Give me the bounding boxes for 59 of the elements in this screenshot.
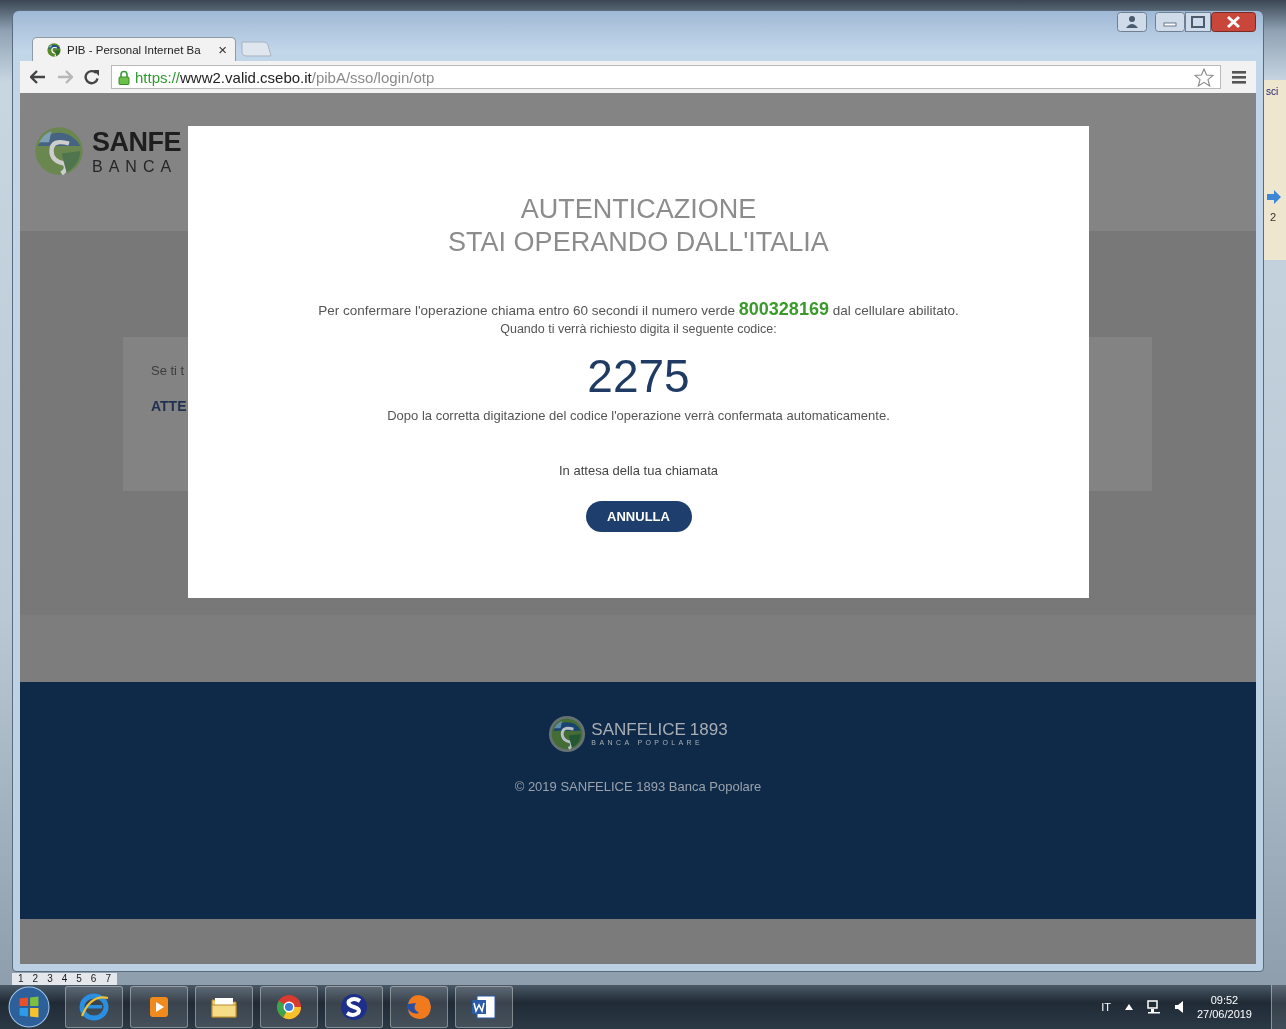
- maximize-icon[interactable]: [1185, 12, 1211, 32]
- start-button[interactable]: [8, 986, 50, 1028]
- dialog-title: AUTENTICAZIONE: [520, 193, 757, 226]
- logo-icon: [47, 42, 61, 57]
- page-number[interactable]: 6: [90, 973, 97, 985]
- word-icon: [469, 992, 499, 1022]
- instruction-text: Quando ti verrà richiesto digita il seguente codice:: [500, 322, 777, 336]
- background-window-text: sci: [1266, 86, 1279, 97]
- status-text: In attesa della tua chiamata: [559, 463, 718, 478]
- star-icon[interactable]: [1194, 67, 1214, 87]
- user-icon[interactable]: [1117, 12, 1147, 32]
- taskbar-button[interactable]: [260, 986, 318, 1028]
- background-window-text: 2: [1270, 211, 1277, 223]
- brand-name: SANFELICE: [591, 721, 686, 740]
- show-desktop-button[interactable]: [1271, 985, 1286, 1029]
- close-icon[interactable]: [1211, 12, 1256, 32]
- note-text: Dopo la corretta digitazione del codice l'operazione verrà confermata automaticamente.: [387, 408, 890, 423]
- taskbar-button[interactable]: [325, 986, 383, 1028]
- address-bar[interactable]: https://www2.valid.csebo.it/pibA/sso/login/otp: [111, 65, 1221, 89]
- minimize-icon[interactable]: [1155, 12, 1185, 32]
- logo-icon: [548, 714, 587, 753]
- page-number[interactable]: 3: [47, 973, 53, 985]
- taskbar-button[interactable]: [195, 986, 253, 1028]
- page-number[interactable]: 4: [61, 973, 68, 985]
- brand-subtitle: BANCA: [92, 158, 179, 176]
- cancel-button[interactable]: ANNULLA: [585, 501, 692, 532]
- logo-icon: [34, 126, 84, 176]
- s-app-icon: [339, 992, 369, 1022]
- lock-icon: [118, 69, 130, 85]
- network-icon[interactable]: [1146, 1000, 1161, 1014]
- reload-icon[interactable]: [84, 69, 100, 85]
- volume-icon[interactable]: [1174, 1001, 1183, 1013]
- tab-title: PIB - Personal Internet Ba: [67, 43, 202, 56]
- up-arrow-icon[interactable]: [1124, 1004, 1133, 1010]
- arrow-icon: [1266, 189, 1282, 205]
- clock-time[interactable]: 09:52: [1210, 993, 1239, 1007]
- firefox-icon: [404, 992, 434, 1022]
- card-heading: ATTE: [151, 397, 188, 414]
- clock-date[interactable]: 27/06/2019: [1196, 1007, 1252, 1021]
- page-number[interactable]: 2: [32, 973, 39, 985]
- taskbar-button[interactable]: [455, 986, 513, 1028]
- ie-icon: [79, 992, 109, 1022]
- page-number[interactable]: 1: [18, 973, 24, 985]
- close-tab-button[interactable]: ×: [218, 42, 227, 57]
- copyright-text: © 2019 SANFELICE 1893 Banca Popolare: [514, 778, 762, 794]
- browser-tab[interactable]: PIB - Personal Internet Ba ×: [32, 37, 236, 61]
- page-number[interactable]: 7: [105, 973, 111, 985]
- back-icon[interactable]: [30, 70, 46, 84]
- dialog-title: STAI OPERANDO DALL'ITALIA: [448, 226, 829, 259]
- instruction-text: Per confermare l'operazione chiama entro 60 secondi il numero verde 800328169 dal cellulare abilitato.: [318, 299, 959, 321]
- language-indicator[interactable]: IT: [1101, 1001, 1111, 1013]
- chrome-icon: [274, 992, 304, 1022]
- menu-icon[interactable]: [1232, 70, 1246, 84]
- taskbar-button[interactable]: [65, 986, 123, 1028]
- page-number[interactable]: 5: [76, 973, 82, 985]
- url-text: https://www2.valid.csebo.it/pibA/sso/login/otp: [135, 68, 436, 86]
- brand-year: 1893: [689, 721, 728, 740]
- verification-code: 2275: [587, 350, 690, 402]
- brand-name: SANFE: [92, 126, 181, 158]
